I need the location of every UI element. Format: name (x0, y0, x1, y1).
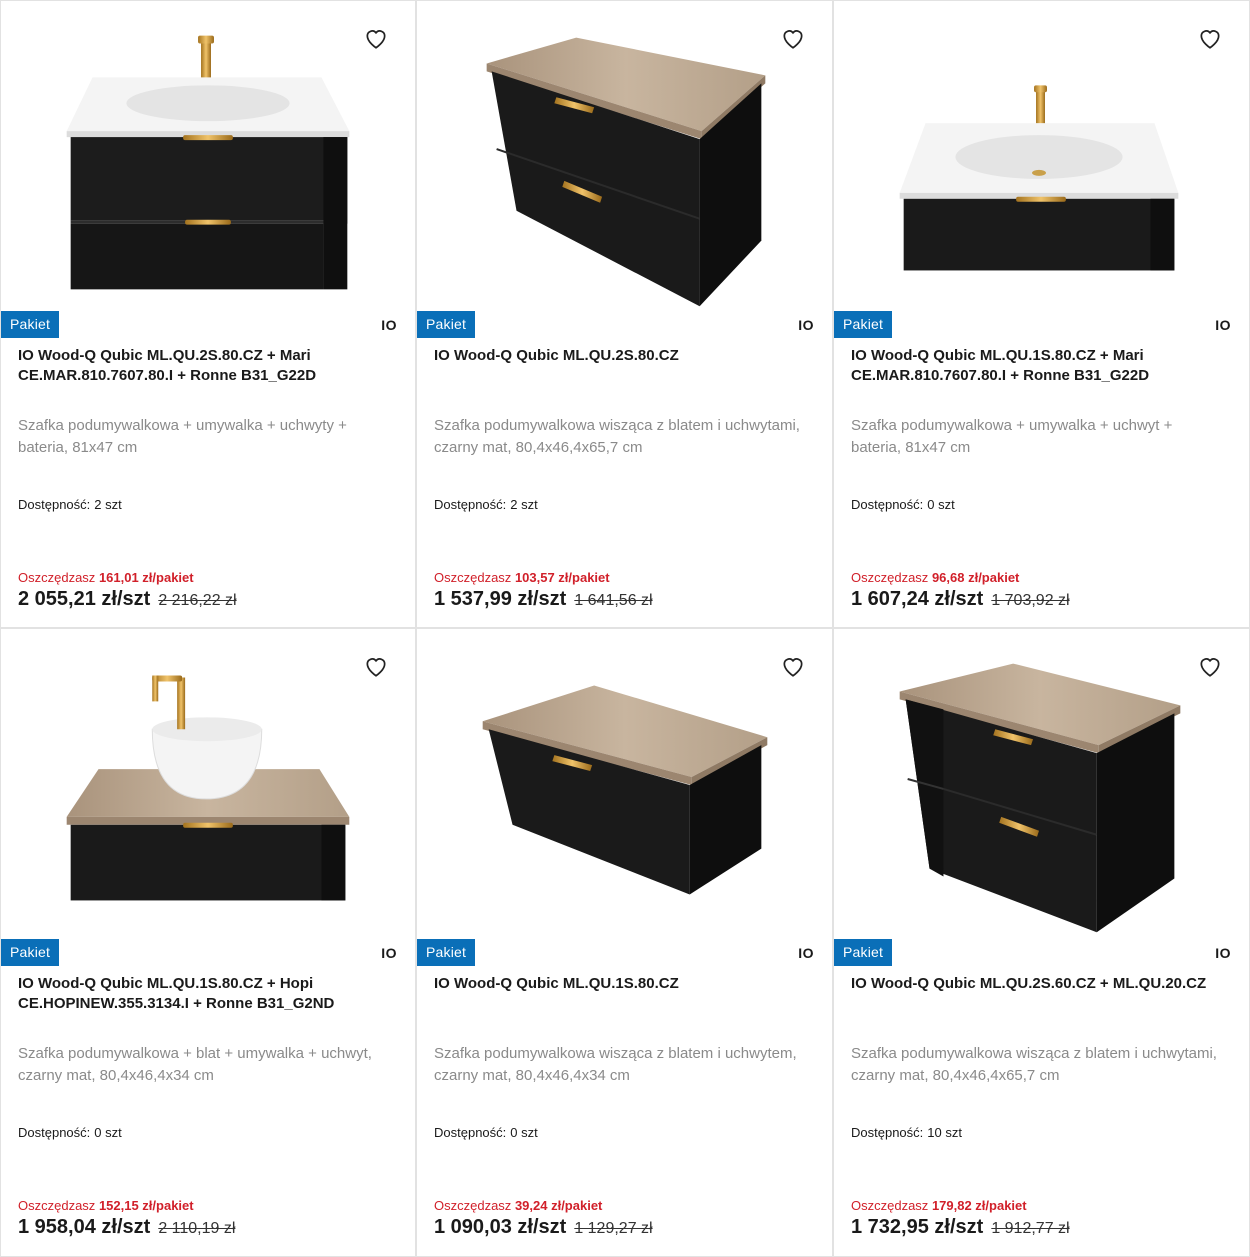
current-price: 1 537,99 zł/szt (434, 588, 567, 610)
savings: Oszczędzasz 96,68 zł/pakiet (851, 570, 1019, 585)
savings-value: 96,68 zł/pakiet (931, 570, 1020, 585)
availability: Dostępność: 2 szt (434, 497, 538, 512)
savings-label: Oszczędzasz (18, 570, 96, 585)
savings: Oszczędzasz 39,24 zł/pakiet (434, 1198, 602, 1213)
savings: Oszczędzasz 161,01 zł/pakiet (18, 570, 194, 585)
savings-label: Oszczędzasz (851, 1198, 929, 1213)
availability-label: Dostępność: (851, 497, 924, 512)
savings-value: 152,15 zł/pakiet (98, 1198, 194, 1213)
package-badge: Pakiet (1, 311, 60, 338)
savings-label: Oszczędzasz (434, 1198, 512, 1213)
brand-logo: IO (381, 945, 397, 961)
availability-label: Dostępność: (434, 497, 507, 512)
heart-icon[interactable] (363, 25, 389, 51)
package-badge: Pakiet (1, 939, 60, 966)
heart-icon[interactable] (780, 25, 806, 51)
product-card[interactable]: Pakiet IO IO Wood-Q Qubic ML.QU.1S.80.CZ… (833, 0, 1250, 628)
savings: Oszczędzasz 152,15 zł/pakiet (18, 1198, 194, 1213)
product-description: Szafka podumywalkowa + blat + umywalka +… (18, 1045, 372, 1084)
heart-icon[interactable] (1197, 25, 1223, 51)
availability-value: 10 szt (927, 1125, 962, 1140)
product-description: Szafka podumywalkowa + umywalka + uchwyt… (18, 417, 347, 456)
old-price: 1 703,92 zł (991, 592, 1070, 609)
current-price: 1 958,04 zł/szt (18, 1216, 151, 1238)
product-image[interactable] (1, 629, 415, 937)
availability-label: Dostępność: (18, 497, 91, 512)
package-badge: Pakiet (417, 311, 476, 338)
savings: Oszczędzasz 103,57 zł/pakiet (434, 570, 610, 585)
old-price: 1 641,56 zł (574, 592, 653, 609)
savings-value: 161,01 zł/pakiet (98, 570, 194, 585)
availability: Dostępność: 0 szt (434, 1125, 538, 1140)
product-description: Szafka podumywalkowa wisząca z blatem i … (851, 1045, 1217, 1084)
current-price: 1 090,03 zł/szt (434, 1216, 567, 1238)
savings-label: Oszczędzasz (18, 1198, 96, 1213)
brand-logo: IO (798, 317, 814, 333)
availability-label: Dostępność: (851, 1125, 924, 1140)
availability-label: Dostępność: (434, 1125, 507, 1140)
savings-value: 103,57 zł/pakiet (514, 570, 610, 585)
heart-icon[interactable] (780, 653, 806, 679)
old-price: 1 129,27 zł (574, 1220, 653, 1237)
product-image[interactable] (834, 1, 1249, 309)
brand-logo: IO (798, 945, 814, 961)
product-title[interactable]: IO Wood-Q Qubic ML.QU.2S.80.CZ + Mari CE… (18, 346, 385, 386)
price-row: 1 732,95 zł/szt 1 912,77 zł (851, 1216, 1070, 1239)
old-price: 1 912,77 zł (991, 1220, 1070, 1237)
price-row: 2 055,21 zł/szt 2 216,22 zł (18, 588, 237, 611)
product-image[interactable] (417, 629, 832, 937)
availability-value: 0 szt (510, 1125, 538, 1140)
product-title[interactable]: IO Wood-Q Qubic ML.QU.1S.80.CZ + Hopi CE… (18, 974, 385, 1014)
brand-logo: IO (1215, 317, 1231, 333)
price-row: 1 537,99 zł/szt 1 641,56 zł (434, 588, 653, 611)
product-image[interactable] (417, 1, 832, 309)
product-image[interactable] (834, 629, 1249, 937)
savings-value: 39,24 zł/pakiet (514, 1198, 603, 1213)
savings-label: Oszczędzasz (851, 570, 929, 585)
package-badge: Pakiet (417, 939, 476, 966)
product-card[interactable]: Pakiet IO IO Wood-Q Qubic ML.QU.2S.80.CZ… (0, 0, 416, 628)
availability: Dostępność: 0 szt (851, 497, 955, 512)
product-description: Szafka podumywalkowa + umywalka + uchwyt… (851, 417, 1173, 456)
availability-value: 2 szt (94, 497, 122, 512)
product-description: Szafka podumywalkowa wisząca z blatem i … (434, 1045, 797, 1084)
savings-label: Oszczędzasz (434, 570, 512, 585)
current-price: 1 732,95 zł/szt (851, 1216, 984, 1238)
product-description: Szafka podumywalkowa wisząca z blatem i … (434, 417, 800, 456)
product-title[interactable]: IO Wood-Q Qubic ML.QU.2S.80.CZ (434, 346, 802, 366)
price-row: 1 090,03 zł/szt 1 129,27 zł (434, 1216, 653, 1239)
price-row: 1 607,24 zł/szt 1 703,92 zł (851, 588, 1070, 611)
product-grid: Pakiet IO IO Wood-Q Qubic ML.QU.2S.80.CZ… (0, 0, 1250, 1257)
old-price: 2 216,22 zł (158, 592, 237, 609)
current-price: 2 055,21 zł/szt (18, 588, 151, 610)
product-card[interactable]: Pakiet IO IO Wood-Q Qubic ML.QU.1S.80.CZ… (0, 628, 416, 1257)
package-badge: Pakiet (834, 311, 893, 338)
product-card[interactable]: Pakiet IO IO Wood-Q Qubic ML.QU.2S.80.CZ… (416, 0, 833, 628)
heart-icon[interactable] (363, 653, 389, 679)
old-price: 2 110,19 zł (158, 1220, 236, 1237)
price-row: 1 958,04 zł/szt 2 110,19 zł (18, 1216, 235, 1239)
package-badge: Pakiet (834, 939, 893, 966)
availability-value: 0 szt (94, 1125, 122, 1140)
availability: Dostępność: 0 szt (18, 1125, 122, 1140)
savings: Oszczędzasz 179,82 zł/pakiet (851, 1198, 1027, 1213)
availability: Dostępność: 10 szt (851, 1125, 962, 1140)
brand-logo: IO (1215, 945, 1231, 961)
availability-value: 0 szt (927, 497, 955, 512)
product-title[interactable]: IO Wood-Q Qubic ML.QU.1S.80.CZ (434, 974, 802, 994)
availability-value: 2 szt (510, 497, 538, 512)
product-card[interactable]: Pakiet IO IO Wood-Q Qubic ML.QU.1S.80.CZ… (416, 628, 833, 1257)
heart-icon[interactable] (1197, 653, 1223, 679)
brand-logo: IO (381, 317, 397, 333)
product-title[interactable]: IO Wood-Q Qubic ML.QU.2S.60.CZ + ML.QU.2… (851, 974, 1219, 994)
product-image[interactable] (1, 1, 415, 309)
product-title[interactable]: IO Wood-Q Qubic ML.QU.1S.80.CZ + Mari CE… (851, 346, 1219, 386)
availability-label: Dostępność: (18, 1125, 91, 1140)
product-card[interactable]: Pakiet IO IO Wood-Q Qubic ML.QU.2S.60.CZ… (833, 628, 1250, 1257)
savings-value: 179,82 zł/pakiet (931, 1198, 1027, 1213)
availability: Dostępność: 2 szt (18, 497, 122, 512)
current-price: 1 607,24 zł/szt (851, 588, 984, 610)
